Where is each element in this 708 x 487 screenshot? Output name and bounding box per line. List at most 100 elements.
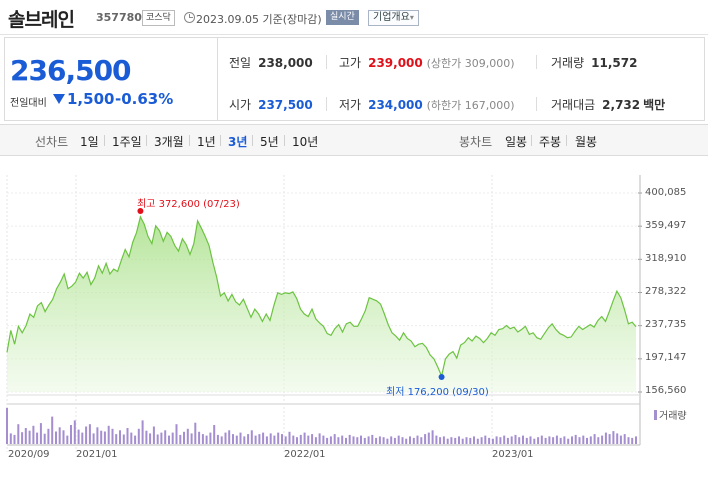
volume-bar	[220, 436, 223, 444]
volume-bar	[608, 434, 611, 444]
volume-bar	[386, 438, 389, 444]
high-annotation: 최고 372,600 (07/23)	[137, 199, 240, 210]
volume-bar	[201, 434, 204, 444]
volume-bar	[559, 437, 562, 444]
volume-bar	[186, 428, 189, 444]
volume-bar	[149, 433, 152, 444]
volume-bar	[458, 436, 460, 444]
volume-bar	[13, 434, 16, 444]
volume-bar	[111, 428, 114, 444]
volume-bar	[6, 407, 8, 444]
volume-bar	[190, 433, 193, 444]
volume-bar	[235, 435, 238, 444]
volume-bar	[623, 434, 626, 444]
volume-bar	[314, 437, 317, 444]
volume-bar	[269, 433, 272, 444]
y-tick-0: 400,085	[645, 187, 687, 198]
volume-bar	[586, 437, 588, 444]
volume-bar	[446, 438, 449, 444]
volume-bar	[209, 432, 212, 444]
volume-bar	[164, 430, 167, 444]
volume-bar	[420, 437, 423, 444]
volume-bar	[529, 436, 532, 444]
volume-bar	[213, 425, 216, 444]
volume-bar	[631, 437, 634, 444]
volume-bar	[329, 436, 332, 444]
volume-bar	[156, 434, 159, 444]
volume-bar	[431, 430, 434, 444]
volume-bar	[250, 430, 253, 444]
volume-bar	[345, 437, 347, 444]
volume-bar	[28, 430, 31, 444]
volume-bar	[450, 437, 453, 444]
volume-bar	[360, 435, 362, 444]
volume-bar	[179, 434, 182, 444]
volume-bar	[341, 435, 344, 444]
volume-bar	[96, 427, 99, 444]
volume-bar	[62, 430, 65, 444]
price-area	[7, 216, 636, 392]
volume-bar	[134, 435, 137, 444]
volume-bar	[574, 434, 577, 444]
volume-bar	[183, 431, 185, 444]
volume-bar	[635, 436, 637, 444]
volume-bar	[299, 434, 302, 444]
volume-bar	[216, 434, 219, 444]
volume-bar	[296, 437, 298, 444]
y-tick-6: 156,560	[645, 385, 687, 396]
volume-bar	[378, 436, 381, 444]
volume-bar	[168, 435, 170, 444]
volume-bar	[593, 434, 596, 444]
volume-bar	[77, 429, 80, 444]
volume-bar	[122, 434, 125, 444]
volume-bar	[405, 438, 408, 444]
volume-bar	[548, 436, 551, 444]
volume-bar	[47, 428, 50, 444]
volume-bar	[107, 425, 110, 444]
volume-bar	[465, 437, 468, 444]
volume-bar	[612, 431, 615, 444]
volume-bar	[55, 431, 57, 444]
volume-bar	[503, 435, 506, 444]
volume-bar	[416, 435, 419, 444]
volume-bar	[518, 437, 521, 444]
volume-bar	[58, 427, 61, 444]
volume-legend-swatch	[654, 410, 657, 420]
volume-bar	[533, 438, 536, 444]
volume-bar	[303, 432, 306, 444]
volume-bar	[130, 432, 133, 444]
volume-bar	[461, 438, 464, 444]
volume-bar	[397, 435, 400, 444]
volume-bar	[288, 431, 291, 444]
volume-bar	[363, 437, 366, 444]
volume-bar	[205, 435, 208, 444]
volume-bar	[427, 432, 430, 444]
volume-bar	[21, 432, 24, 444]
volume-bar	[375, 437, 378, 444]
volume-bar	[85, 426, 88, 444]
volume-bar	[491, 438, 494, 444]
volume-bar	[627, 437, 630, 444]
volume-bar	[604, 432, 607, 444]
volume-bar	[92, 433, 95, 444]
x-tick-3: 2023/01	[492, 449, 534, 460]
volume-bar	[17, 424, 20, 444]
volume-bar	[100, 430, 103, 444]
volume-bar	[51, 416, 54, 444]
volume-bar	[563, 436, 566, 444]
volume-bar	[81, 432, 84, 444]
volume-bar	[232, 434, 234, 444]
volume-bar	[454, 437, 457, 444]
volume-bar	[126, 428, 129, 444]
volume-bar	[409, 436, 411, 444]
low-marker	[438, 374, 445, 380]
volume-bar	[281, 434, 283, 444]
volume-bar	[597, 437, 600, 444]
price-chart[interactable]	[0, 0, 708, 487]
volume-bar	[571, 436, 573, 444]
volume-bar	[514, 434, 517, 444]
y-tick-3: 278,322	[645, 286, 687, 297]
volume-bar	[510, 436, 513, 444]
volume-bar	[401, 437, 404, 444]
volume-bar	[616, 433, 619, 444]
